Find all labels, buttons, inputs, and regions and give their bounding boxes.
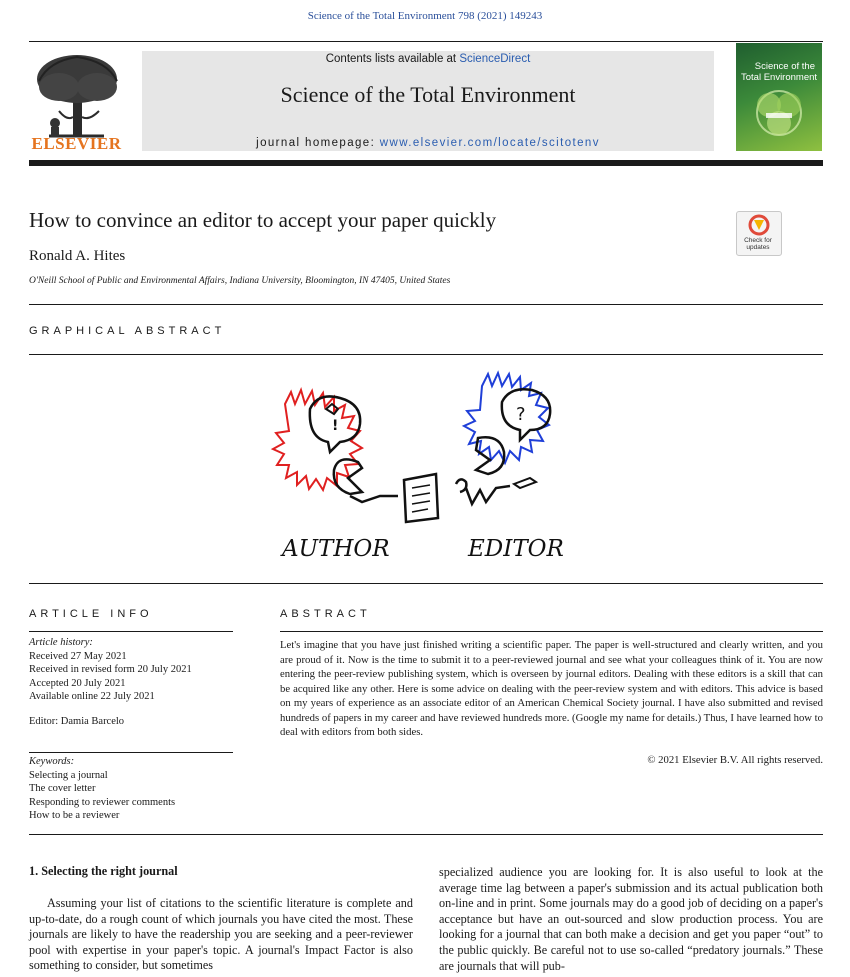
journal-cover-image[interactable] bbox=[736, 43, 822, 151]
history-received: Received 27 May 2021 bbox=[29, 650, 127, 662]
contents-prefix: Contents lists available at bbox=[325, 53, 460, 65]
rule-below-graphical-abstract-heading bbox=[29, 354, 823, 355]
article-info-rule bbox=[29, 631, 233, 632]
abstract-rule bbox=[280, 631, 823, 632]
keyword-item: How to be a reviewer bbox=[29, 810, 120, 821]
keyword-item: The cover letter bbox=[29, 783, 96, 794]
rule-above-article-info bbox=[29, 583, 823, 584]
rule-above-graphical-abstract bbox=[29, 304, 823, 305]
keywords-label: Keywords: bbox=[29, 756, 75, 767]
journal-name: Science of the Total Environment bbox=[280, 82, 576, 107]
author-affiliation: O'Neill School of Public and Environment… bbox=[29, 276, 451, 286]
article-author[interactable]: Ronald A. Hites bbox=[29, 248, 125, 265]
svg-text:!: ! bbox=[332, 418, 338, 434]
check-updates-label: Check for updates bbox=[736, 237, 780, 251]
cover-title-line1: Science of the bbox=[754, 61, 815, 72]
keyword-item: Responding to reviewer comments bbox=[29, 796, 176, 808]
article-info-heading: ARTICLE INFO bbox=[29, 608, 153, 620]
top-rule bbox=[29, 41, 823, 42]
history-online: Available online 22 July 2021 bbox=[29, 691, 155, 702]
header-thick-rule bbox=[29, 160, 823, 166]
publisher-name[interactable]: ELSEVIER bbox=[29, 134, 124, 154]
keyword-item: Selecting a journal bbox=[29, 769, 108, 781]
cover-title-line2: Total Environment bbox=[741, 72, 818, 83]
cover-title: Science of the Total Environment bbox=[741, 61, 819, 83]
history-revised: Received in revised form 20 July 2021 bbox=[29, 664, 192, 675]
keywords-block: Keywords: Selecting a journal The cover … bbox=[29, 755, 239, 823]
graphical-abstract-figure[interactable]: ! ? AUTHOR EDITOR bbox=[270, 364, 590, 574]
article-history-label: Article history: bbox=[29, 637, 93, 648]
homepage-prefix: journal homepage: bbox=[256, 137, 380, 149]
handling-editor: Editor: Damia Barcelo bbox=[29, 715, 125, 727]
svg-text:?: ? bbox=[516, 404, 526, 425]
contents-line: Contents lists available at ScienceDirec… bbox=[142, 53, 714, 65]
graphical-abstract-heading: GRAPHICAL ABSTRACT bbox=[29, 325, 226, 337]
check-updates-icon bbox=[748, 214, 770, 236]
rule-above-body bbox=[29, 834, 823, 835]
author-figure bbox=[332, 458, 440, 524]
editor-label: EDITOR bbox=[467, 536, 564, 562]
body-column-left: Assuming your list of citations to the s… bbox=[29, 896, 413, 973]
history-accepted: Accepted 20 July 2021 bbox=[29, 677, 126, 689]
abstract-text: Let's imagine that you have just finishe… bbox=[280, 639, 823, 738]
check-updates-line2: updates bbox=[746, 244, 770, 251]
cover-artwork bbox=[756, 90, 802, 136]
check-updates-line1: Check for bbox=[744, 237, 772, 244]
journal-homepage: journal homepage: www.elsevier.com/locat… bbox=[142, 137, 714, 149]
sciencedirect-link[interactable]: ScienceDirect bbox=[459, 53, 530, 65]
journal-citation[interactable]: Science of the Total Environment 798 (20… bbox=[0, 10, 850, 22]
copyright-notice: © 2021 Elsevier B.V. All rights reserved… bbox=[647, 754, 823, 766]
abstract-heading: ABSTRACT bbox=[280, 608, 371, 620]
section-heading: 1. Selecting the right journal bbox=[29, 864, 178, 878]
article-title: How to convince an editor to accept your… bbox=[29, 208, 497, 232]
body-column-right: specialized audience you are looking for… bbox=[439, 865, 823, 973]
article-history: Article history: Received 27 May 2021 Re… bbox=[29, 636, 239, 728]
keywords-rule bbox=[29, 752, 233, 753]
author-label: AUTHOR bbox=[280, 536, 390, 562]
homepage-link[interactable]: www.elsevier.com/locate/scitotenv bbox=[380, 137, 600, 149]
author-thought-bubble: ! bbox=[270, 387, 365, 493]
